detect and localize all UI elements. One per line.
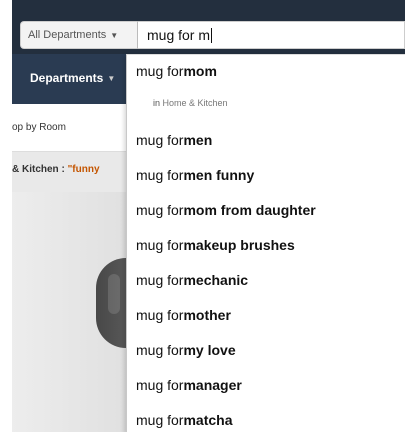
search-bar: All Departments ▼ mug for m — [12, 14, 405, 54]
suggestion-department-scope[interactable]: in Home & Kitchen — [153, 98, 228, 108]
search-input-value: mug for m — [147, 27, 211, 43]
shop-by-room-link[interactable]: op by Room — [12, 122, 66, 133]
suggestion-typed: mug for — [136, 272, 184, 288]
suggestion-item[interactable]: mug for mom — [127, 55, 405, 87]
nav-bar: Departments ▼ — [12, 54, 127, 104]
suggestion-completion: men funny — [183, 167, 255, 183]
suggestion-typed: mug for — [136, 63, 184, 79]
suggestion-typed: mug for — [136, 237, 184, 253]
suggestion-typed: mug for — [136, 167, 184, 183]
departments-menu[interactable]: Departments ▼ — [30, 71, 115, 85]
suggestion-item[interactable]: mug for matcha — [127, 404, 405, 432]
department-select[interactable]: All Departments ▼ — [20, 21, 138, 49]
in-label: in — [153, 98, 161, 108]
breadcrumb-query: "funny — [67, 164, 100, 175]
image-shade — [12, 192, 127, 432]
suggestion-item[interactable]: mug for men funny — [127, 159, 405, 191]
breadcrumb: & Kitchen : "funny — [12, 152, 127, 192]
breadcrumb-category[interactable]: & Kitchen : — [12, 164, 68, 175]
suggestion-completion: mom from daughter — [183, 202, 316, 218]
product-image-area — [12, 192, 127, 432]
suggestion-typed: mug for — [136, 202, 184, 218]
chevron-down-icon: ▼ — [107, 73, 116, 83]
suggestion-typed: mug for — [136, 342, 184, 358]
suggestion-item[interactable]: mug for manager — [127, 369, 405, 401]
suggestion-completion: matcha — [183, 412, 233, 428]
suggestion-completion: my love — [183, 342, 236, 358]
suggestion-item[interactable]: mug for my love — [127, 334, 405, 366]
suggestion-item[interactable]: mug for mother — [127, 299, 405, 331]
suggestion-item[interactable]: mug for mechanic — [127, 264, 405, 296]
search-input[interactable]: mug for m — [138, 21, 405, 49]
suggestion-item[interactable]: mug for men — [127, 124, 405, 156]
suggestion-item[interactable]: mug for makeup brushes — [127, 229, 405, 261]
suggestion-completion: men — [183, 132, 213, 148]
sub-nav: op by Room — [12, 104, 127, 152]
suggestion-typed: mug for — [136, 412, 184, 428]
suggestion-item[interactable]: mug for mom from daughter — [127, 194, 405, 226]
chevron-down-icon: ▼ — [110, 30, 119, 40]
departments-label: Departments — [30, 71, 104, 85]
text-cursor — [211, 27, 213, 43]
department-name: Home & Kitchen — [162, 98, 228, 108]
suggestion-typed: mug for — [136, 307, 184, 323]
header-strip — [12, 0, 405, 14]
autocomplete-dropdown: mug for mom in Home & Kitchen mug for me… — [126, 54, 405, 432]
suggestion-completion: mechanic — [183, 272, 249, 288]
suggestion-completion: makeup brushes — [183, 237, 295, 253]
suggestion-typed: mug for — [136, 132, 184, 148]
suggestion-typed: mug for — [136, 377, 184, 393]
department-select-label: All Departments — [28, 29, 107, 41]
suggestion-completion: mother — [183, 307, 231, 323]
breadcrumb-text: & Kitchen : "funny — [12, 164, 100, 175]
suggestion-completion: mom — [183, 63, 217, 79]
suggestion-completion: manager — [183, 377, 242, 393]
browser-page: All Departments ▼ mug for m Departments … — [0, 0, 405, 432]
